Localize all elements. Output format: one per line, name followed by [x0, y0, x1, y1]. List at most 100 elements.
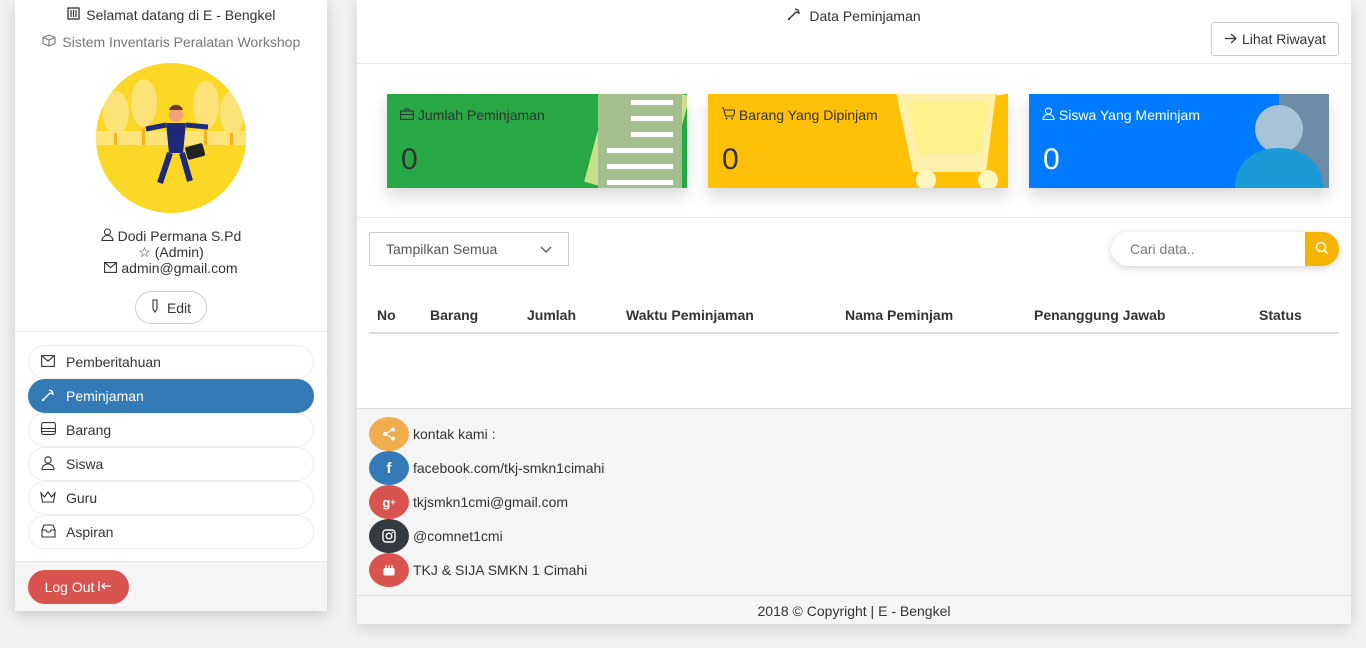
- view-history-button[interactable]: Lihat Riwayat: [1211, 22, 1339, 56]
- column-header-no[interactable]: No: [369, 297, 422, 334]
- sidebar-item-siswa[interactable]: Siswa: [28, 447, 314, 481]
- logout-button[interactable]: Log Out: [28, 570, 129, 604]
- main-header: Data Peminjaman Lihat Riwayat: [357, 0, 1351, 64]
- contact-row-instagram[interactable]: @comnet1cmi: [369, 517, 503, 555]
- envelope-icon: [104, 260, 118, 276]
- sidebar-menu: Pemberitahuan Peminjaman Barang Siswa Gu…: [28, 345, 314, 549]
- envelope-icon: [40, 354, 56, 370]
- logout-label: Log Out: [44, 579, 95, 595]
- contact-facebook-text[interactable]: facebook.com/tkj-smkn1cimahi: [413, 460, 604, 476]
- user-name-row: Dodi Permana S.Pd: [15, 228, 327, 244]
- crown-icon: [40, 490, 56, 506]
- column-header-status[interactable]: Status: [1251, 297, 1339, 334]
- sidebar: Selamat datang di E - Bengkel Sistem Inv…: [15, 0, 327, 611]
- page-title-text: Data Peminjaman: [809, 8, 921, 24]
- sidebar-divider: [15, 331, 327, 332]
- main-footer: kontak kami : f facebook.com/tkj-smkn1ci…: [357, 408, 1351, 624]
- column-header-jumlah[interactable]: Jumlah: [519, 297, 618, 334]
- column-header-penanggung[interactable]: Penanggung Jawab: [1026, 297, 1251, 334]
- stat-label: Jumlah Peminjaman: [400, 107, 545, 123]
- table-header-row: No Barang Jumlah Waktu Peminjaman Nama P…: [369, 297, 1339, 334]
- filter-select[interactable]: Tampilkan Semua: [369, 232, 569, 266]
- contact-row-facebook[interactable]: f facebook.com/tkj-smkn1cimahi: [369, 449, 604, 487]
- search-box: [1111, 232, 1339, 266]
- inbox-icon: [40, 523, 56, 541]
- stat-label: Siswa Yang Meminjam: [1042, 107, 1200, 123]
- welcome-title: Selamat datang di E - Bengkel: [15, 7, 327, 25]
- sidebar-item-label: Peminjaman: [66, 388, 144, 404]
- user-role-row: ☆ (Admin): [15, 244, 327, 260]
- sidebar-item-barang[interactable]: Barang: [28, 413, 314, 447]
- sidebar-item-label: Aspiran: [66, 524, 114, 540]
- contact-row-youtube[interactable]: TKJ & SIJA SMKN 1 Cimahi: [369, 551, 587, 589]
- stat-label: Barang Yang Dipinjam: [721, 107, 878, 123]
- sidebar-item-peminjaman[interactable]: Peminjaman: [28, 379, 314, 413]
- stat-card-students: Siswa Yang Meminjam 0: [1029, 94, 1329, 188]
- stat-value: 0: [401, 143, 418, 176]
- filter-selected-value: Tampilkan Semua: [386, 241, 498, 257]
- stats-section: Jumlah Peminjaman 0 Barang Yang Dipinjam…: [357, 65, 1351, 218]
- tools-icon: [40, 388, 56, 405]
- tools-icon: [787, 8, 801, 24]
- edit-profile-button[interactable]: Edit: [135, 291, 207, 324]
- loans-table: No Barang Jumlah Waktu Peminjaman Nama P…: [369, 297, 1339, 334]
- document-illustration-icon: [584, 94, 687, 188]
- stat-value: 0: [722, 143, 739, 176]
- cart-illustration-icon: [896, 94, 1005, 188]
- edit-label: Edit: [166, 299, 192, 316]
- user-icon: [40, 455, 56, 473]
- arrow-right-icon: [1224, 31, 1237, 47]
- user-email: admin@gmail.com: [121, 260, 238, 276]
- user-info: Dodi Permana S.Pd ☆ (Admin) admin@gmail.…: [15, 228, 327, 276]
- stat-label-text: Barang Yang Dipinjam: [738, 107, 878, 123]
- sidebar-item-label: Pemberitahuan: [66, 354, 161, 370]
- facebook-icon: f: [369, 451, 409, 485]
- search-button[interactable]: [1305, 232, 1339, 266]
- instagram-icon: [369, 519, 409, 553]
- user-email-row: admin@gmail.com: [15, 260, 327, 276]
- sidebar-item-label: Siswa: [66, 456, 104, 472]
- page-title: Data Peminjaman: [357, 7, 1351, 24]
- contact-row-email[interactable]: g + tkjsmkn1cmi@gmail.com: [369, 483, 568, 521]
- hdd-icon: [40, 422, 56, 438]
- youtube-icon: [369, 553, 409, 587]
- user-role: (Admin): [154, 244, 204, 260]
- search-input[interactable]: [1111, 232, 1303, 266]
- user-icon: [1042, 107, 1055, 123]
- contact-youtube-text[interactable]: TKJ & SIJA SMKN 1 Cimahi: [413, 562, 587, 578]
- sidebar-item-pemberitahuan[interactable]: Pemberitahuan: [28, 345, 314, 379]
- app-subtitle: Sistem Inventaris Peralatan Workshop: [15, 34, 327, 52]
- contact-instagram-text[interactable]: @comnet1cmi: [413, 528, 503, 544]
- contact-heading: kontak kami :: [413, 426, 496, 442]
- sidebar-item-label: Guru: [66, 490, 98, 506]
- stat-value: 0: [1043, 143, 1060, 176]
- person-illustration-icon: [1235, 94, 1329, 188]
- star-icon: ☆: [138, 244, 151, 260]
- subtitle-text: Sistem Inventaris Peralatan Workshop: [62, 34, 301, 50]
- share-icon: [369, 417, 409, 451]
- stat-label-text: Jumlah Peminjaman: [417, 107, 545, 123]
- toolbox-icon: [66, 7, 84, 23]
- user-icon: [101, 228, 114, 244]
- stat-card-loans: Jumlah Peminjaman 0: [387, 94, 687, 188]
- sidebar-item-label: Barang: [66, 422, 112, 438]
- contact-row-label: kontak kami :: [369, 415, 495, 453]
- logout-icon: [98, 579, 112, 595]
- column-header-nama[interactable]: Nama Peminjam: [837, 297, 1026, 334]
- column-header-barang[interactable]: Barang: [422, 297, 519, 334]
- google-plus-icon: g +: [369, 485, 409, 519]
- sidebar-item-guru[interactable]: Guru: [28, 481, 314, 515]
- search-icon: [1315, 241, 1329, 258]
- cart-icon: [721, 107, 736, 123]
- copyright-text: 2018 © Copyright | E - Bengkel: [357, 595, 1351, 625]
- contact-email-text[interactable]: tkjsmkn1cmi@gmail.com: [413, 494, 568, 510]
- stat-label-text: Siswa Yang Meminjam: [1058, 107, 1200, 123]
- user-name: Dodi Permana S.Pd: [117, 228, 242, 244]
- main-panel: Data Peminjaman Lihat Riwayat Jumlah Pem…: [357, 0, 1351, 624]
- box-icon: [42, 34, 60, 50]
- filter-row: Tampilkan Semua: [357, 219, 1351, 289]
- sidebar-item-aspiran[interactable]: Aspiran: [28, 515, 314, 549]
- column-header-waktu[interactable]: Waktu Peminjaman: [618, 297, 837, 334]
- welcome-text: Selamat datang di E - Bengkel: [86, 7, 276, 23]
- briefcase-icon: [400, 107, 414, 123]
